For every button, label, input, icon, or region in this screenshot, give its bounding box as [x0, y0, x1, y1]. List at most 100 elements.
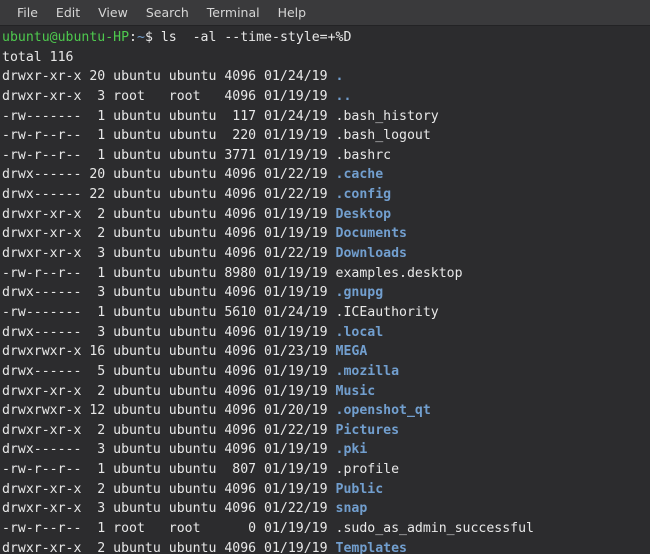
row-size: 4096 — [216, 442, 256, 457]
listing-row: -rw------- 1 ubuntu ubuntu 117 01/24/19 … — [2, 107, 650, 127]
listing-row: drwxr-xr-x 2 ubuntu ubuntu 4096 01/19/19… — [2, 224, 650, 244]
row-permissions: drwx------ — [2, 364, 81, 379]
row-group: ubuntu — [161, 69, 217, 84]
row-size: 4096 — [216, 187, 256, 202]
row-permissions: -rw-r--r-- — [2, 266, 81, 281]
row-size: 4096 — [216, 364, 256, 379]
row-name: . — [328, 69, 344, 84]
row-permissions: drwxr-xr-x — [2, 207, 81, 222]
listing-row: drwxr-xr-x 3 ubuntu ubuntu 4096 01/22/19… — [2, 499, 650, 519]
row-link-count: 3 — [81, 442, 105, 457]
terminal-screen[interactable]: ubuntu@ubuntu-HP:~$ ls -al --time-style=… — [0, 26, 650, 554]
total-line: total 116 — [2, 48, 650, 68]
menu-item-help[interactable]: Help — [269, 3, 316, 23]
row-name: .pki — [328, 442, 368, 457]
row-date: 01/22/19 — [256, 167, 327, 182]
row-date: 01/24/19 — [256, 109, 327, 124]
row-link-count: 1 — [81, 266, 105, 281]
row-permissions: drwxr-xr-x — [2, 226, 81, 241]
menu-item-search[interactable]: Search — [137, 3, 198, 23]
row-group: ubuntu — [161, 285, 217, 300]
row-owner: ubuntu — [105, 109, 161, 124]
listing-row: -rw-r--r-- 1 ubuntu ubuntu 220 01/19/19 … — [2, 126, 650, 146]
row-group: ubuntu — [161, 207, 217, 222]
row-name: snap — [328, 501, 368, 516]
row-date: 01/22/19 — [256, 187, 327, 202]
row-group: ubuntu — [161, 325, 217, 340]
row-name: .openshot_qt — [328, 403, 431, 418]
row-name: Downloads — [328, 246, 407, 261]
row-link-count: 3 — [81, 325, 105, 340]
row-permissions: drwx------ — [2, 285, 81, 300]
menu-bar: FileEditViewSearchTerminalHelp — [0, 0, 650, 26]
row-link-count: 3 — [81, 501, 105, 516]
row-size: 4096 — [216, 246, 256, 261]
row-group: ubuntu — [161, 148, 217, 163]
menu-item-edit[interactable]: Edit — [47, 3, 89, 23]
row-size: 4096 — [216, 384, 256, 399]
listing-row: drwx------ 3 ubuntu ubuntu 4096 01/19/19… — [2, 440, 650, 460]
row-group: root — [161, 521, 217, 536]
row-name: .config — [328, 187, 392, 202]
row-name: Documents — [328, 226, 407, 241]
row-date: 01/19/19 — [256, 285, 327, 300]
row-group: ubuntu — [161, 364, 217, 379]
row-name: Music — [328, 384, 376, 399]
row-size: 4096 — [216, 344, 256, 359]
row-date: 01/19/19 — [256, 207, 327, 222]
listing-row: drwxr-xr-x 2 ubuntu ubuntu 4096 01/19/19… — [2, 382, 650, 402]
row-link-count: 1 — [81, 148, 105, 163]
row-owner: ubuntu — [105, 325, 161, 340]
row-date: 01/19/19 — [256, 128, 327, 143]
row-name: .cache — [328, 167, 384, 182]
row-date: 01/20/19 — [256, 403, 327, 418]
row-owner: ubuntu — [105, 226, 161, 241]
row-link-count: 2 — [81, 226, 105, 241]
row-owner: ubuntu — [105, 384, 161, 399]
row-permissions: drwxr-xr-x — [2, 89, 81, 104]
row-date: 01/19/19 — [256, 462, 327, 477]
row-date: 01/22/19 — [256, 246, 327, 261]
prompt-path: ~ — [137, 30, 145, 45]
listing-row: drwxr-xr-x 3 root root 4096 01/19/19 .. — [2, 87, 650, 107]
row-group: ubuntu — [161, 246, 217, 261]
row-permissions: -rw-r--r-- — [2, 128, 81, 143]
row-date: 01/19/19 — [256, 325, 327, 340]
row-link-count: 1 — [81, 462, 105, 477]
listing-row: drwxrwxr-x 12 ubuntu ubuntu 4096 01/20/1… — [2, 401, 650, 421]
row-group: ubuntu — [161, 384, 217, 399]
listing-row: -rw-r--r-- 1 ubuntu ubuntu 8980 01/19/19… — [2, 264, 650, 284]
row-permissions: -rw------- — [2, 305, 81, 320]
row-date: 01/24/19 — [256, 305, 327, 320]
row-group: ubuntu — [161, 226, 217, 241]
row-date: 01/19/19 — [256, 384, 327, 399]
row-link-count: 3 — [81, 246, 105, 261]
row-date: 01/19/19 — [256, 541, 327, 554]
row-owner: ubuntu — [105, 541, 161, 554]
row-owner: root — [105, 89, 161, 104]
row-owner: ubuntu — [105, 207, 161, 222]
row-date: 01/22/19 — [256, 501, 327, 516]
row-link-count: 1 — [81, 109, 105, 124]
row-permissions: drwxr-xr-x — [2, 501, 81, 516]
listing-row: drwx------ 3 ubuntu ubuntu 4096 01/19/19… — [2, 283, 650, 303]
menu-item-terminal[interactable]: Terminal — [198, 3, 269, 23]
row-owner: ubuntu — [105, 364, 161, 379]
listing-row: drwxr-xr-x 3 ubuntu ubuntu 4096 01/22/19… — [2, 244, 650, 264]
row-link-count: 3 — [81, 89, 105, 104]
row-size: 4096 — [216, 325, 256, 340]
row-size: 220 — [216, 128, 256, 143]
listing-row: drwx------ 22 ubuntu ubuntu 4096 01/22/1… — [2, 185, 650, 205]
menu-item-file[interactable]: File — [8, 3, 47, 23]
row-permissions: drwxr-xr-x — [2, 246, 81, 261]
row-size: 4096 — [216, 403, 256, 418]
row-permissions: drwxrwxr-x — [2, 403, 81, 418]
listing-row: drwx------ 3 ubuntu ubuntu 4096 01/19/19… — [2, 323, 650, 343]
row-owner: ubuntu — [105, 167, 161, 182]
row-link-count: 2 — [81, 541, 105, 554]
row-link-count: 20 — [81, 69, 105, 84]
menu-item-view[interactable]: View — [89, 3, 137, 23]
row-permissions: drwxr-xr-x — [2, 541, 81, 554]
row-size: 5610 — [216, 305, 256, 320]
row-owner: root — [105, 521, 161, 536]
